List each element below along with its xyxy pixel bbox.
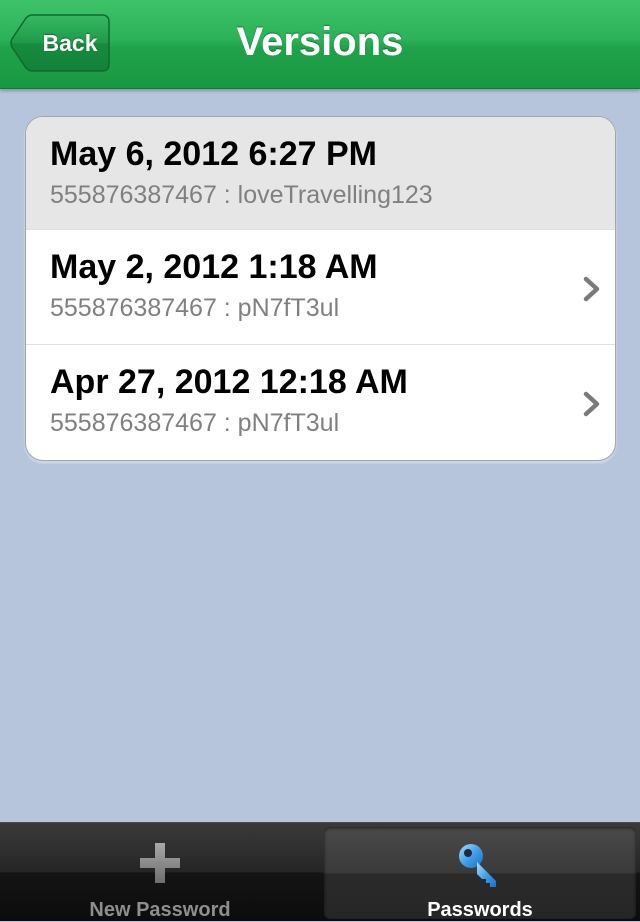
page-title: Versions <box>236 20 404 64</box>
nav-bar: Back Versions <box>0 0 640 89</box>
version-row[interactable]: Apr 27, 2012 12:18 AM 555876387467 : pN7… <box>26 345 615 460</box>
tab-bar: New Password Passwords <box>0 822 640 921</box>
version-date: Apr 27, 2012 12:18 AM <box>50 363 408 401</box>
chevron-right-icon <box>583 391 600 417</box>
tab-new-password-label: New Password <box>89 899 231 921</box>
version-date: May 6, 2012 6:27 PM <box>50 135 377 173</box>
key-icon <box>459 844 496 887</box>
tab-passwords[interactable]: Passwords <box>324 827 636 921</box>
plus-icon <box>140 843 180 883</box>
tab-new-password[interactable]: New Password <box>4 827 316 921</box>
version-detail: 555876387467 : pN7fT3ul <box>50 409 340 437</box>
versions-table: May 6, 2012 6:27 PM 555876387467 : loveT… <box>25 116 616 461</box>
version-detail: 555876387467 : pN7fT3ul <box>50 294 340 322</box>
version-row[interactable]: May 2, 2012 1:18 AM 555876387467 : pN7fT… <box>26 230 615 345</box>
version-detail: 555876387467 : loveTravelling123 <box>50 181 433 209</box>
tab-passwords-label: Passwords <box>427 899 533 921</box>
version-row[interactable]: May 6, 2012 6:27 PM 555876387467 : loveT… <box>26 117 615 230</box>
chevron-right-icon <box>583 276 600 302</box>
version-date: May 2, 2012 1:18 AM <box>50 248 378 286</box>
